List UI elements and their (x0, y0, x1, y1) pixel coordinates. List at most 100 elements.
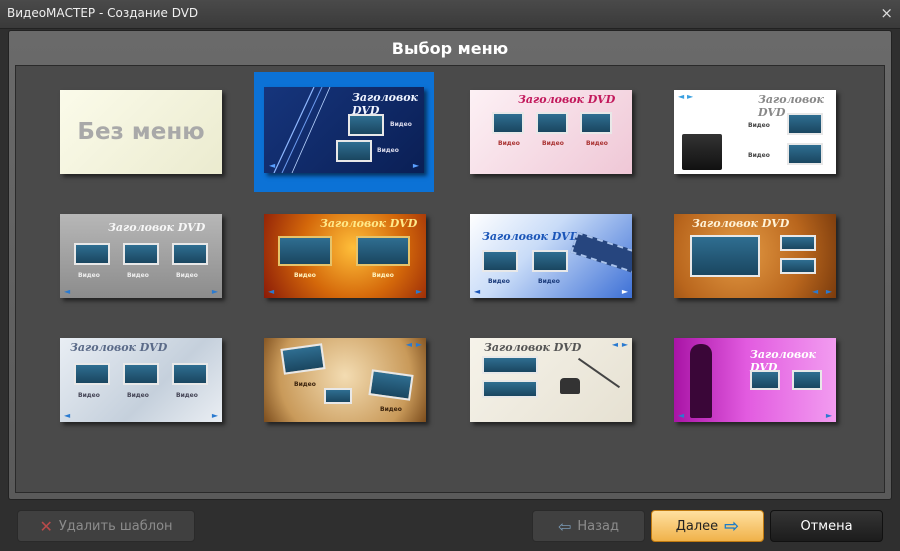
template-thumbnail: Заголовок DVD ◄ ► (674, 338, 836, 422)
arrow-right-icon: ⇨ (724, 515, 740, 537)
video-label: Видео (390, 121, 412, 128)
template-pink[interactable]: Заголовок DVD Видео Видео Видео (467, 87, 637, 177)
video-label: Видео (586, 140, 608, 147)
video-slot (787, 143, 823, 165)
arrow-left-icon: ◄ (474, 287, 481, 296)
template-title: Заголовок DVD (70, 341, 168, 354)
video-slot (74, 363, 110, 385)
arrow-left-icon: ◄ (678, 92, 685, 101)
video-slot (780, 235, 816, 251)
arrow-right-icon: ► (621, 340, 628, 349)
template-title: Заголовок DVD (692, 217, 790, 230)
page-title: Выбор меню (391, 39, 509, 58)
arrow-left-icon: ◄ (611, 340, 618, 349)
video-slot (482, 356, 538, 374)
template-frost[interactable]: Заголовок DVD Видео Видео Видео ◄ ► (57, 335, 227, 425)
window-title: ВидеоМАСТЕР - Создание DVD (7, 6, 199, 20)
video-slot (348, 114, 384, 136)
video-label: Видео (78, 272, 100, 279)
back-button[interactable]: ⇦ Назад (532, 510, 645, 542)
video-slot (750, 370, 780, 390)
video-slot (123, 243, 159, 265)
template-white-speakers[interactable]: ◄ ► Заголовок DVD Видео Видео (671, 87, 841, 177)
video-label: Видео (127, 392, 149, 399)
arrow-right-icon: ► (687, 92, 694, 101)
video-label: Видео (542, 140, 564, 147)
video-slot (536, 112, 568, 134)
video-slot (324, 388, 352, 404)
template-magenta-dancer[interactable]: Заголовок DVD ◄ ► (671, 335, 841, 425)
template-film-strip[interactable]: Заголовок DVD Видео Видео ◄ ► (467, 211, 637, 301)
arrow-left-icon: ◄ (405, 340, 412, 349)
video-label: Видео (372, 272, 394, 279)
video-label: Видео (748, 122, 770, 129)
video-slot (172, 243, 208, 265)
video-label: Видео (377, 147, 399, 154)
template-thumbnail: Заголовок DVD Видео Видео Видео ◄ ► (60, 338, 222, 422)
arrow-right-icon: ► (412, 161, 419, 170)
ink-pot-image (560, 378, 580, 394)
video-slot (368, 369, 414, 401)
arrow-right-icon: ► (211, 411, 218, 420)
video-slot (482, 380, 538, 398)
template-thumbnail: Без меню (60, 90, 222, 174)
video-label: Видео (294, 272, 316, 279)
template-orange-leather[interactable]: Заголовок DVD ◄ ► (671, 211, 841, 301)
template-thumbnail: Заголовок DVD ◄ ► (674, 214, 836, 298)
video-slot (280, 343, 326, 375)
video-slot (792, 370, 822, 390)
video-slot (492, 112, 524, 134)
video-slot (482, 250, 518, 272)
video-slot (336, 140, 372, 162)
video-slot (580, 112, 612, 134)
template-thumbnail: Видео Видео ◄ ► (264, 338, 426, 422)
close-icon[interactable]: × (880, 4, 893, 22)
video-slot (172, 363, 208, 385)
template-thumbnail: Заголовок DVD ◄ ► (470, 338, 632, 422)
template-grid: Без меню Заголовок DVD Видео Видео ◄ ► З… (15, 65, 885, 493)
template-thumbnail: Заголовок DVD Видео Видео Видео ◄ ► (60, 214, 222, 298)
delete-template-button[interactable]: ✕ Удалить шаблон (17, 510, 195, 542)
arrow-left-icon: ◄ (64, 287, 71, 296)
arrow-right-icon: ► (621, 287, 628, 296)
video-slot (780, 258, 816, 274)
next-button[interactable]: Далее ⇨ (651, 510, 764, 542)
arrow-left-icon: ◄ (269, 161, 276, 170)
template-no-menu[interactable]: Без меню (57, 87, 227, 177)
video-slot (532, 250, 568, 272)
video-slot (787, 113, 823, 135)
template-title: Заголовок DVD (482, 230, 580, 243)
template-title: Заголовок DVD (108, 221, 206, 234)
video-slot (356, 236, 410, 266)
next-label: Далее (675, 518, 719, 534)
template-title: Заголовок DVD (518, 93, 616, 106)
title-bar: ВидеоМАСТЕР - Создание DVD × (0, 0, 900, 29)
template-thumbnail: Заголовок DVD Видео Видео Видео (470, 90, 632, 174)
arrow-left-icon: ◄ (678, 411, 685, 420)
template-thumbnail: Заголовок DVD Видео Видео ◄ ► (470, 214, 632, 298)
template-parchment[interactable]: Видео Видео ◄ ► (261, 335, 431, 425)
video-slot (123, 363, 159, 385)
template-title: Заголовок DVD (484, 341, 582, 354)
arrow-left-icon: ⇦ (557, 516, 572, 536)
template-blue-lines[interactable]: Заголовок DVD Видео Видео ◄ ► (254, 72, 434, 192)
video-label: Видео (78, 392, 100, 399)
template-thumbnail: ◄ ► Заголовок DVD Видео Видео (674, 90, 836, 174)
template-red-gold[interactable]: Заголовок DVD Видео Видео ◄ ► (261, 211, 431, 301)
no-menu-label: Без меню (77, 119, 205, 145)
template-title: Заголовок DVD (320, 217, 418, 230)
video-label: Видео (176, 392, 198, 399)
arrow-right-icon: ► (825, 411, 832, 420)
template-ink-sketch[interactable]: Заголовок DVD ◄ ► (467, 335, 637, 425)
speakers-image (682, 134, 722, 170)
video-label: Видео (748, 152, 770, 159)
video-label: Видео (488, 278, 510, 285)
dancer-silhouette (690, 344, 712, 418)
template-gray[interactable]: Заголовок DVD Видео Видео Видео ◄ ► (57, 211, 227, 301)
arrow-left-icon: ◄ (812, 287, 819, 296)
video-label: Видео (176, 272, 198, 279)
arrow-right-icon: ► (415, 287, 422, 296)
cancel-button[interactable]: Отмена (770, 510, 883, 542)
video-label: Видео (294, 381, 316, 388)
video-slot (74, 243, 110, 265)
